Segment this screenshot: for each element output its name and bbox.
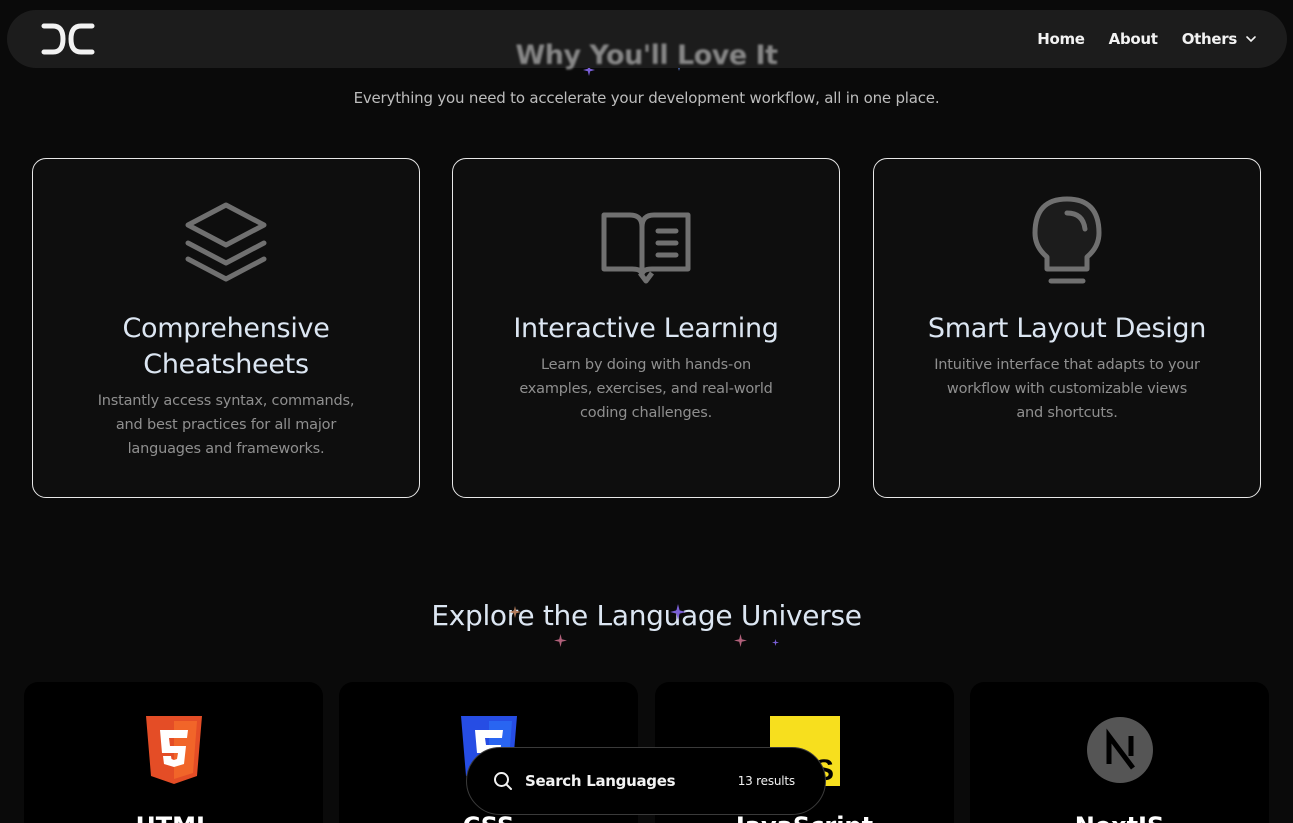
features-section-title: Why You'll Love It	[515, 40, 778, 71]
search-label: Search Languages	[525, 772, 676, 790]
lang-name: HTML	[24, 812, 323, 823]
feature-card-interactive[interactable]: Interactive Learning Learn by doing with…	[452, 158, 840, 498]
feature-description: Intuitive interface that adapts to your …	[934, 357, 1200, 421]
lightbulb-icon	[1032, 196, 1102, 284]
search-icon	[494, 772, 512, 790]
sparkle-icon	[554, 634, 567, 647]
search-result-count: 13 results	[737, 774, 795, 788]
sparkle-icon	[734, 634, 747, 647]
book-open-icon	[601, 212, 691, 284]
sparkle-icon	[670, 604, 686, 620]
sparkle-icon	[772, 639, 779, 646]
feature-title: Comprehensive Cheatsheets	[122, 313, 330, 380]
feature-card-smart-layout[interactable]: Smart Layout Design Intuitive interface …	[873, 158, 1261, 498]
feature-title: Interactive Learning	[513, 313, 779, 344]
lang-name: NextJS	[970, 812, 1269, 823]
languages-section-title: Explore the Language Universe	[431, 599, 862, 632]
lang-card-html[interactable]: HTML	[24, 682, 323, 823]
feature-description: Learn by doing with hands-on examples, e…	[519, 357, 773, 421]
lang-card-nextjs[interactable]: NextJS	[970, 682, 1269, 823]
feature-description: Instantly access syntax, commands, and b…	[97, 393, 355, 457]
nextjs-icon	[1086, 717, 1153, 783]
search-languages-button[interactable]: Search Languages 13 results	[466, 747, 826, 815]
html5-icon	[145, 716, 202, 784]
features-section-subtitle: Everything you need to accelerate your d…	[353, 89, 940, 107]
sparkle-icon	[509, 606, 521, 618]
feature-card-cheatsheets[interactable]: Comprehensive Cheatsheets Instantly acce…	[32, 158, 420, 498]
feature-title: Smart Layout Design	[927, 313, 1207, 344]
layers-icon	[185, 202, 267, 282]
